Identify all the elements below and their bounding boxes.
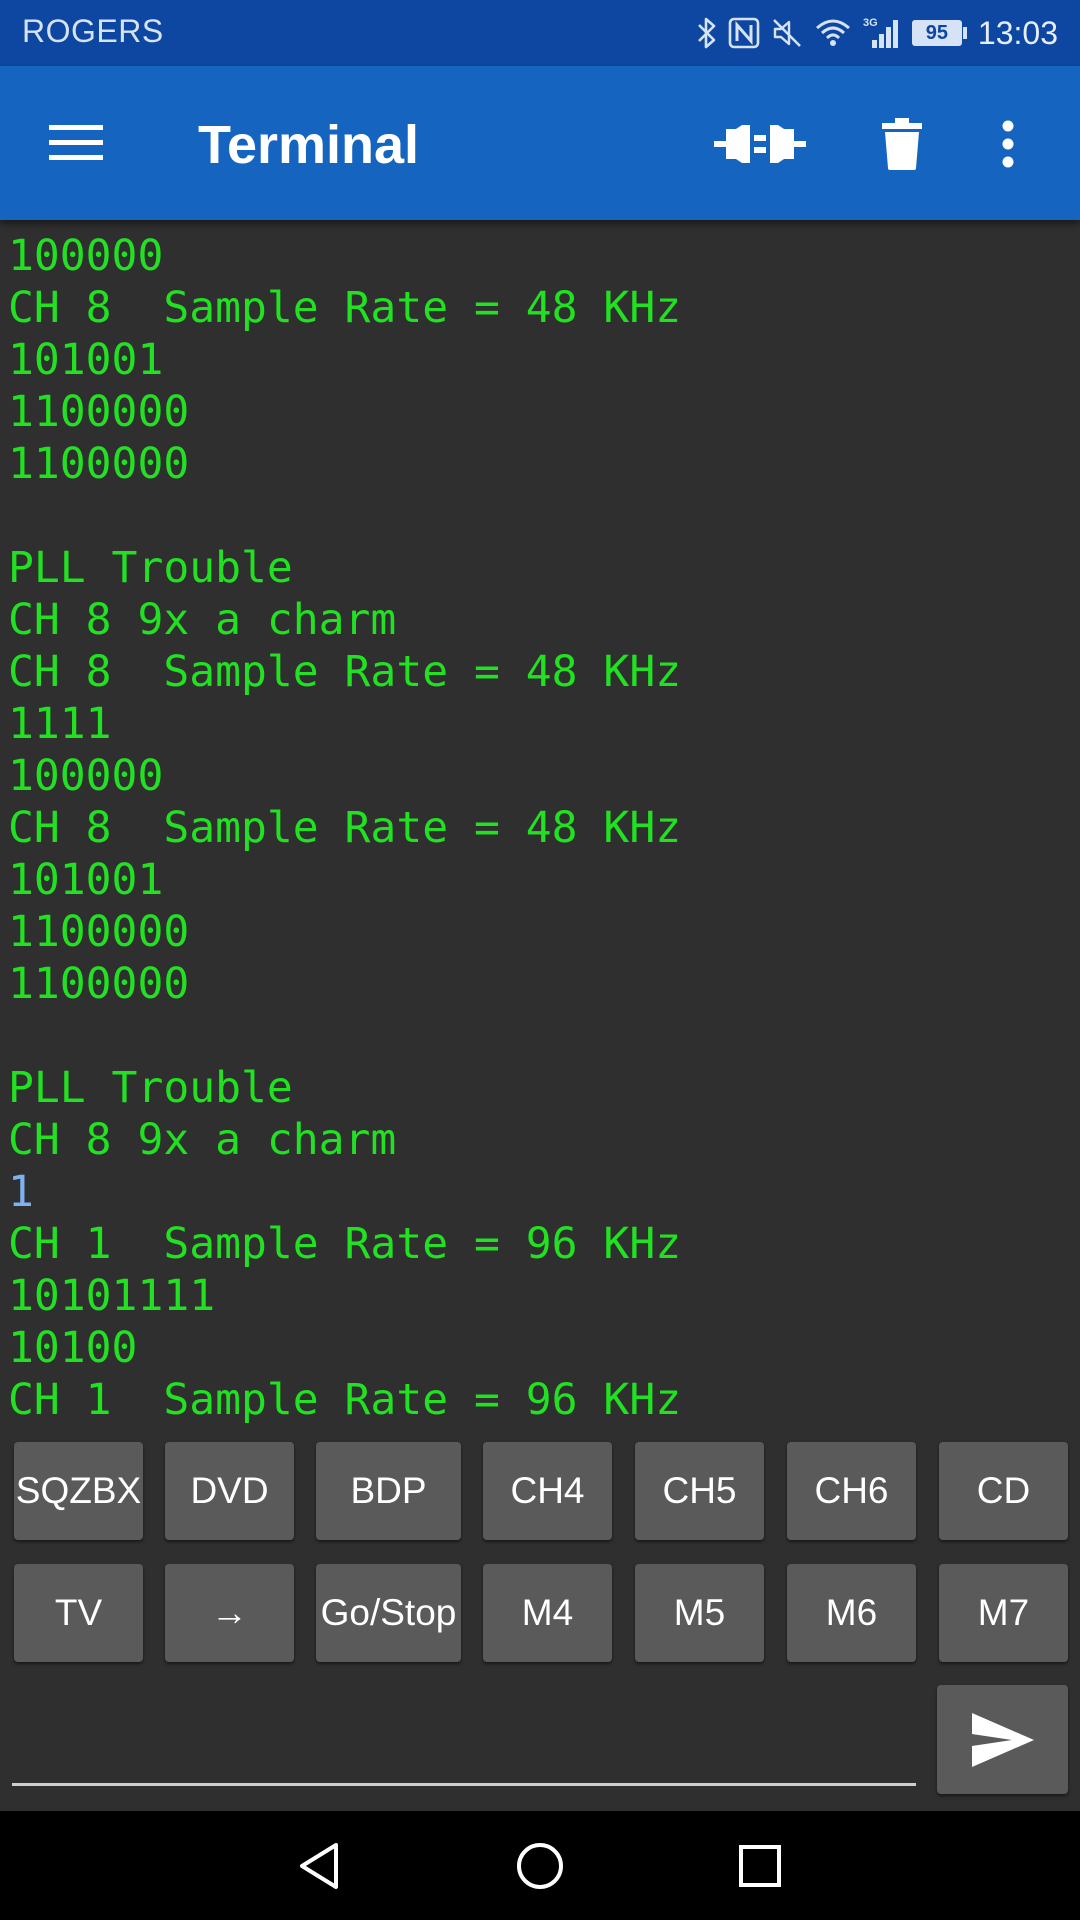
page-title: Terminal	[198, 115, 420, 175]
delete-icon	[882, 118, 922, 170]
status-bar: ROGERS 3G 95 13:03	[0, 0, 1080, 66]
terminal-line: 100000	[8, 751, 164, 801]
macro-button-sqzbx[interactable]: SQZBX	[14, 1442, 143, 1540]
terminal-line: 1100000	[8, 439, 190, 489]
carrier-name: ROGERS	[22, 13, 164, 49]
terminal-output[interactable]: 100000 CH 8 Sample Rate = 48 KHz 101001 110…	[0, 230, 1080, 1425]
menu-button[interactable]	[36, 106, 116, 180]
navigation-bar	[0, 1811, 1080, 1920]
macro-button-m6[interactable]: M6	[787, 1564, 916, 1662]
send-icon	[971, 1712, 1034, 1767]
wifi-icon	[814, 16, 852, 50]
recents-button[interactable]	[720, 1831, 800, 1901]
terminal-line: CH 1 Sample Rate = 96 KHz	[8, 1219, 682, 1269]
terminal-line: CH 1 Sample Rate = 96 KHz	[8, 1375, 682, 1425]
clock: 13:03	[977, 14, 1058, 51]
terminal-line: 1100000	[8, 907, 190, 957]
macro-button-go-stop[interactable]: Go/Stop	[316, 1564, 461, 1662]
macro-row-2: TV → Go/Stop M4 M5 M6 M7	[14, 1564, 1070, 1664]
macro-button-m7[interactable]: M7	[939, 1564, 1068, 1662]
overflow-menu-button[interactable]	[982, 102, 1034, 186]
mute-icon	[770, 16, 804, 50]
menu-icon	[49, 125, 103, 160]
macro-button-bdp[interactable]: BDP	[316, 1442, 461, 1540]
macro-button-arrow[interactable]: →	[165, 1564, 294, 1662]
battery-level: 95	[911, 20, 962, 46]
macro-button-cd[interactable]: CD	[939, 1442, 1068, 1540]
screen: ROGERS 3G 95 13:03 Terminal 100000 CH 8 …	[0, 0, 1080, 1920]
macro-button-m5[interactable]: M5	[635, 1564, 764, 1662]
terminal-line: CH 8 9x a charm	[8, 595, 397, 645]
terminal-line: 100000	[8, 231, 164, 281]
send-row	[0, 1680, 1080, 1810]
back-button[interactable]	[280, 1831, 360, 1901]
app-bar: Terminal	[0, 66, 1080, 220]
battery-icon: 95	[911, 18, 968, 48]
recents-icon	[739, 1845, 781, 1887]
send-text-input[interactable]	[12, 1710, 916, 1786]
macro-button-dvd[interactable]: DVD	[165, 1442, 294, 1540]
macro-row-1: SQZBX DVD BDP CH4 CH5 CH6 CD	[14, 1442, 1070, 1542]
macro-button-m4[interactable]: M4	[483, 1564, 612, 1662]
terminal-line: CH 8 Sample Rate = 48 KHz	[8, 283, 682, 333]
connect-icon	[714, 125, 806, 163]
cell-signal-icon: 3G	[862, 16, 902, 50]
macro-button-ch5[interactable]: CH5	[635, 1442, 764, 1540]
terminal-line: 10101111	[8, 1271, 216, 1321]
terminal-line: CH 8 Sample Rate = 48 KHz	[8, 803, 682, 853]
more-vert-icon	[1002, 120, 1014, 168]
terminal-line: 1111	[8, 699, 112, 749]
terminal-line: 1100000	[8, 387, 190, 437]
macro-button-ch6[interactable]: CH6	[787, 1442, 916, 1540]
terminal-line: CH 8 Sample Rate = 48 KHz	[8, 647, 682, 697]
connect-button[interactable]	[708, 102, 812, 186]
terminal-line: 1100000	[8, 959, 190, 1009]
macro-button-grid: SQZBX DVD BDP CH4 CH5 CH6 CD TV → Go/Sto…	[14, 1442, 1070, 1686]
home-button[interactable]	[500, 1831, 580, 1901]
home-icon	[517, 1843, 563, 1889]
delete-button[interactable]	[862, 102, 942, 186]
back-icon	[300, 1843, 338, 1889]
network-type-label: 3G	[863, 17, 878, 29]
terminal-line: 101001	[8, 335, 164, 385]
bluetooth-icon	[696, 16, 718, 50]
terminal-line: 101001	[8, 855, 164, 905]
status-icons: 3G 95 13:03	[696, 0, 1058, 66]
terminal-line: PLL Trouble	[8, 1063, 293, 1113]
terminal-line: 10100	[8, 1323, 138, 1373]
macro-button-tv[interactable]: TV	[14, 1564, 143, 1662]
send-button[interactable]	[937, 1685, 1068, 1794]
macro-button-ch4[interactable]: CH4	[483, 1442, 612, 1540]
terminal-line: PLL Trouble	[8, 543, 293, 593]
terminal-line: CH 8 9x a charm	[8, 1115, 397, 1165]
nfc-icon	[728, 16, 760, 50]
terminal-sent-line: 1	[8, 1167, 34, 1217]
